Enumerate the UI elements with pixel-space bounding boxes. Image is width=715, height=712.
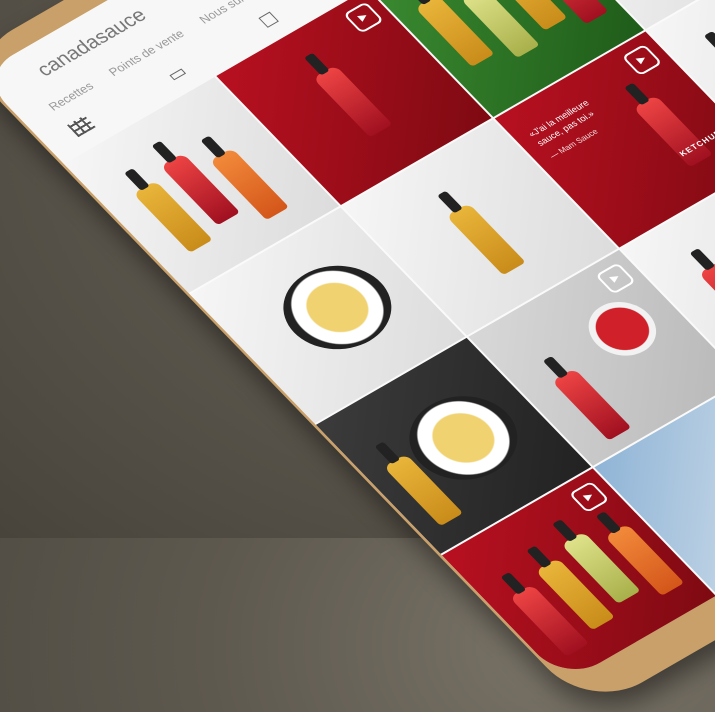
post-quote: «J'ai la meilleure sauce, pas toi.» — Mam… xyxy=(525,86,633,162)
highlight-recettes[interactable]: Recettes xyxy=(46,79,97,113)
reels-icon[interactable]: ▭ xyxy=(162,62,192,86)
sauce-bottle xyxy=(312,65,393,138)
reel-icon: ▶ xyxy=(621,43,663,77)
tagged-icon[interactable]: ☐ xyxy=(255,9,284,33)
reel-icon: ▶ xyxy=(595,262,637,295)
grid-icon[interactable] xyxy=(66,115,96,138)
reel-icon: ▶ xyxy=(568,480,610,514)
sauce-bottle xyxy=(445,202,526,276)
sauce-bottle xyxy=(632,94,713,168)
reel-icon: ▶ xyxy=(343,1,385,34)
food-plate xyxy=(261,249,413,366)
sauce-bottle xyxy=(551,368,632,441)
sauce-bottle xyxy=(698,260,715,333)
cocktail-glass xyxy=(574,291,670,367)
